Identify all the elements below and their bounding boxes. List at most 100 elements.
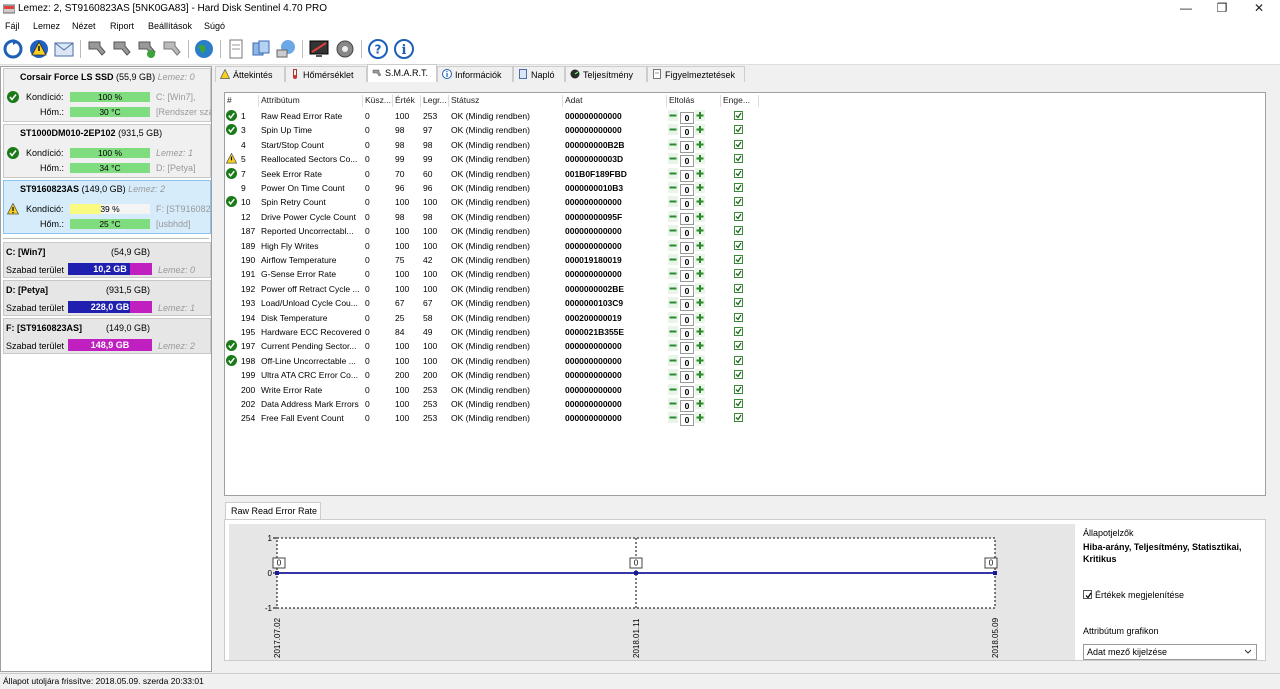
offset-value[interactable]: 0 bbox=[680, 385, 694, 398]
partition-entry[interactable]: C: [Win7] (54,9 GB) Szabad terület 10,2 … bbox=[3, 242, 211, 278]
enable-checkbox[interactable] bbox=[734, 269, 743, 279]
tab-info[interactable]: Információk bbox=[437, 66, 513, 82]
plus-icon[interactable] bbox=[695, 412, 705, 424]
offset-value[interactable]: 0 bbox=[680, 313, 694, 326]
enable-checkbox[interactable] bbox=[734, 139, 743, 149]
minus-icon[interactable] bbox=[668, 225, 678, 237]
enable-checkbox[interactable] bbox=[734, 413, 743, 423]
smart-row[interactable]: 197 Current Pending Sector... 0 100 100 OK (M… bbox=[225, 339, 765, 355]
plus-icon[interactable] bbox=[695, 311, 705, 323]
menu-report[interactable]: Riport bbox=[110, 21, 134, 31]
mail-icon[interactable] bbox=[53, 38, 75, 60]
smart-row[interactable]: 198 Off-Line Uncorrectable ... 0 100 100 OK (… bbox=[225, 354, 765, 369]
offset-value[interactable]: 0 bbox=[680, 414, 694, 427]
minus-icon[interactable] bbox=[668, 311, 678, 323]
plus-icon[interactable] bbox=[695, 354, 705, 366]
maximize-button[interactable]: ❐ bbox=[1206, 0, 1238, 18]
enable-checkbox[interactable] bbox=[734, 283, 743, 293]
minus-icon[interactable] bbox=[668, 254, 678, 265]
menu-view[interactable]: Nézet bbox=[72, 21, 96, 31]
minus-icon[interactable] bbox=[668, 412, 678, 424]
smart-row[interactable]: 200 Write Error Rate 0 100 253 OK (Mindig ren… bbox=[225, 383, 765, 398]
plus-icon[interactable] bbox=[695, 110, 705, 121]
enable-checkbox[interactable] bbox=[734, 384, 743, 394]
smart-row[interactable]: 190 Airflow Temperature 0 75 42 OK (Mindig re… bbox=[225, 253, 765, 268]
tab-log[interactable]: Napló bbox=[513, 66, 565, 82]
enable-checkbox[interactable] bbox=[734, 370, 743, 380]
enable-checkbox[interactable] bbox=[734, 111, 743, 120]
plus-icon[interactable] bbox=[695, 369, 705, 381]
offset-value[interactable]: 0 bbox=[680, 328, 694, 340]
smart-row[interactable]: 194 Disk Temperature 0 25 58 OK (Mindig rendb… bbox=[225, 311, 765, 326]
smart-row[interactable]: 191 G-Sense Error Rate 0 100 100 OK (Mindig r… bbox=[225, 267, 765, 283]
plus-icon[interactable] bbox=[695, 210, 705, 222]
enable-checkbox[interactable] bbox=[734, 125, 743, 135]
smart-row[interactable]: 12 Drive Power Cycle Count 0 98 98 OK (Mindig… bbox=[225, 210, 765, 225]
offset-value[interactable]: 0 bbox=[680, 400, 694, 412]
sync-icon[interactable] bbox=[250, 38, 272, 60]
plus-icon[interactable] bbox=[695, 124, 705, 136]
plus-icon[interactable] bbox=[695, 254, 705, 265]
menu-disk[interactable]: Lemez bbox=[33, 21, 60, 31]
disk-entry-selected[interactable]: ST9160823AS (149,0 GB) Lemez: 2 Kondíció… bbox=[3, 180, 212, 234]
tab-overview[interactable]: Áttekintés bbox=[215, 66, 285, 82]
offset-value[interactable]: 0 bbox=[680, 198, 694, 211]
smart-row[interactable]: 202 Data Address Mark Errors 0 100 253 OK (Mi… bbox=[225, 397, 765, 412]
minus-icon[interactable] bbox=[668, 167, 678, 179]
offset-value[interactable]: 0 bbox=[680, 140, 694, 153]
smart-row[interactable]: 199 Ultra ATA CRC Error Co... 0 200 200 OK (M… bbox=[225, 368, 765, 384]
tab-smart[interactable]: S.M.A.R.T. bbox=[367, 64, 437, 82]
enable-checkbox[interactable] bbox=[734, 255, 743, 264]
offset-value[interactable]: 0 bbox=[680, 371, 694, 384]
plus-icon[interactable] bbox=[695, 340, 705, 352]
plus-icon[interactable] bbox=[695, 297, 705, 309]
disk-entry[interactable]: Corsair Force LS SSD (55,9 GB) Lemez: 0 … bbox=[3, 68, 212, 122]
column-header[interactable]: Legr... bbox=[421, 95, 449, 107]
smart-row[interactable]: 4 Start/Stop Count 0 98 98 OK (Mindig rendben… bbox=[225, 138, 765, 153]
column-header[interactable]: # bbox=[225, 95, 259, 107]
warning-disk-icon[interactable] bbox=[28, 38, 50, 60]
show-values-checkbox[interactable] bbox=[1083, 590, 1092, 599]
enable-checkbox[interactable] bbox=[734, 154, 743, 164]
offset-value[interactable]: 0 bbox=[680, 356, 694, 369]
enable-checkbox[interactable] bbox=[734, 240, 743, 250]
enable-checkbox[interactable] bbox=[734, 168, 743, 178]
minus-icon[interactable] bbox=[668, 268, 678, 280]
column-header[interactable]: Attribútum bbox=[259, 95, 363, 107]
plus-icon[interactable] bbox=[695, 196, 705, 208]
tab-temperature[interactable]: Hőmérséklet bbox=[285, 66, 367, 82]
minus-icon[interactable] bbox=[668, 340, 678, 352]
enable-checkbox[interactable] bbox=[734, 298, 743, 308]
smart-row[interactable]: 1 Raw Read Error Rate 0 100 253 OK (Mindig re… bbox=[225, 109, 765, 124]
tool-icon-2[interactable] bbox=[111, 38, 133, 60]
tool-icon-1[interactable] bbox=[86, 38, 108, 60]
close-button[interactable]: ✕ bbox=[1243, 0, 1275, 18]
enable-checkbox[interactable] bbox=[734, 197, 743, 207]
minus-icon[interactable] bbox=[668, 326, 678, 337]
column-header[interactable]: Státusz bbox=[449, 95, 563, 107]
enable-checkbox[interactable] bbox=[734, 327, 743, 336]
help-icon[interactable]: ? bbox=[367, 38, 389, 60]
offset-value[interactable]: 0 bbox=[680, 112, 694, 124]
smart-row[interactable]: 9 Power On Time Count 0 96 96 OK (Mindig rend… bbox=[225, 181, 765, 196]
column-header[interactable]: Érték bbox=[393, 95, 421, 107]
minimize-button[interactable]: — bbox=[1170, 0, 1202, 18]
plus-icon[interactable] bbox=[695, 225, 705, 237]
network-icon[interactable] bbox=[275, 38, 297, 60]
tab-alerts[interactable]: Figyelmeztetések bbox=[647, 66, 745, 82]
offset-value[interactable]: 0 bbox=[680, 256, 694, 268]
minus-icon[interactable] bbox=[668, 297, 678, 309]
plus-icon[interactable] bbox=[695, 182, 705, 193]
minus-icon[interactable] bbox=[668, 110, 678, 121]
enable-checkbox[interactable] bbox=[734, 355, 743, 365]
menu-settings[interactable]: Beállítások bbox=[148, 21, 192, 31]
offset-value[interactable]: 0 bbox=[680, 342, 694, 355]
plus-icon[interactable] bbox=[695, 153, 705, 165]
plus-icon[interactable] bbox=[695, 383, 705, 395]
smart-row[interactable]: 195 Hardware ECC Recovered 0 84 49 OK (Mindig… bbox=[225, 325, 765, 340]
attr-graph-select[interactable]: Adat mező kijelzése bbox=[1083, 644, 1257, 660]
partition-entry[interactable]: F: [ST9160823AS] (149,0 GB) Szabad terül… bbox=[3, 318, 211, 354]
minus-icon[interactable] bbox=[668, 196, 678, 208]
plus-icon[interactable] bbox=[695, 282, 705, 294]
smart-row[interactable]: 187 Reported Uncorrectabl... 0 100 100 OK (Mi… bbox=[225, 224, 765, 240]
